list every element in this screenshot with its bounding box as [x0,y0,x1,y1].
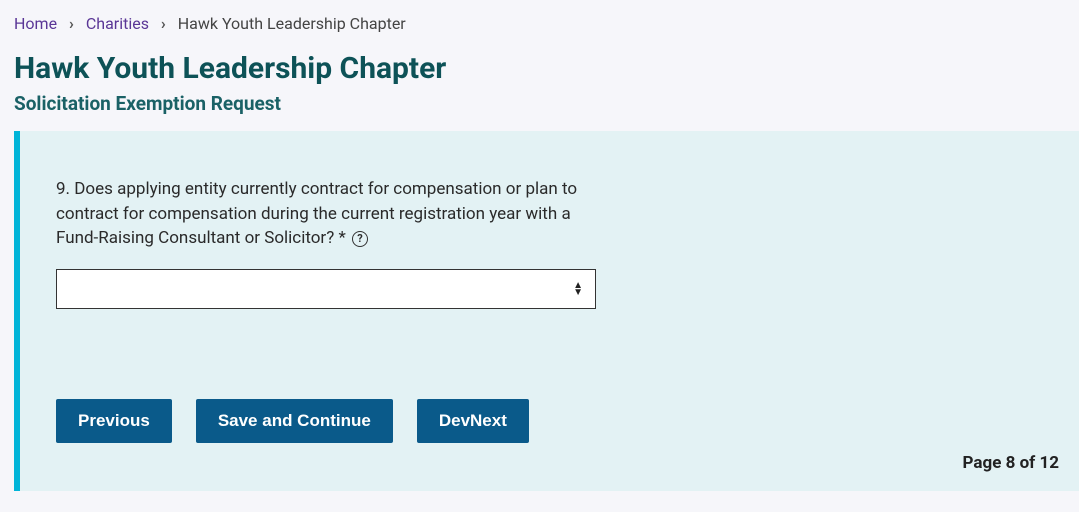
page-subtitle: Solicitation Exemption Request [14,92,1065,115]
question-label: 9. Does applying entity currently contra… [56,177,596,251]
previous-button[interactable]: Previous [56,399,172,443]
page-indicator: Page 8 of 12 [963,453,1059,473]
breadcrumb-home-link[interactable]: Home [14,14,57,33]
page-title: Hawk Youth Leadership Chapter [14,51,1065,86]
save-and-continue-button[interactable]: Save and Continue [196,399,393,443]
breadcrumb-charities-link[interactable]: Charities [86,14,149,33]
question-text: 9. Does applying entity currently contra… [56,179,577,248]
chevron-right-icon: › [69,14,74,33]
devnext-button[interactable]: DevNext [417,399,529,443]
breadcrumb-current: Hawk Youth Leadership Chapter [178,14,406,33]
help-icon[interactable]: ? [352,231,368,247]
breadcrumb: Home › Charities › Hawk Youth Leadership… [0,0,1079,43]
answer-select[interactable] [57,270,595,308]
answer-select-wrap: ▲ ▼ [56,269,596,309]
chevron-right-icon: › [161,14,166,33]
form-panel: 9. Does applying entity currently contra… [14,131,1079,491]
button-row: Previous Save and Continue DevNext [56,399,1043,443]
